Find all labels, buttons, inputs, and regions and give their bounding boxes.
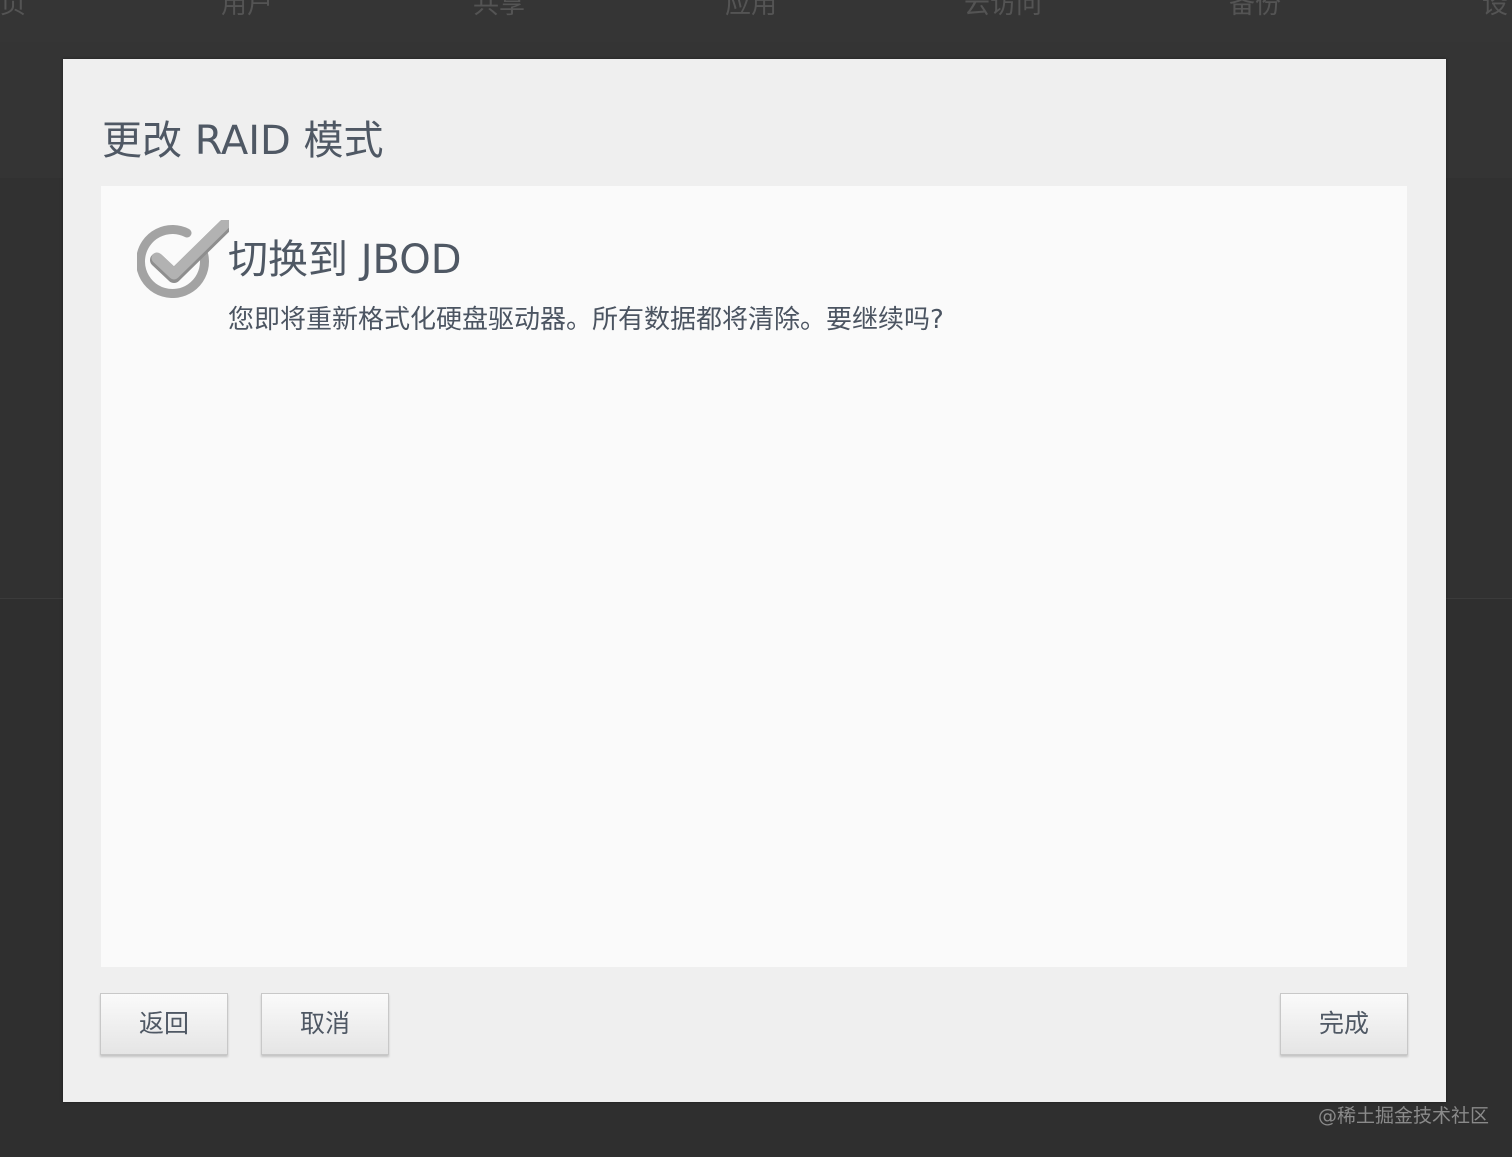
nav-item-backup[interactable]: 备份 [1229,0,1281,22]
back-button[interactable]: 返回 [100,993,228,1055]
watermark: @稀土掘金技术社区 [1318,1105,1490,1127]
change-raid-mode-dialog: 更改 RAID 模式 切换到 JBOD 您即将重新格式化硬盘驱动器。所有数据都将… [63,59,1446,1102]
step-description: 您即将重新格式化硬盘驱动器。所有数据都将清除。要继续吗? [228,305,944,335]
nav-item-shares[interactable]: 共享 [473,0,525,22]
nav-item-users[interactable]: 用户 [221,0,273,22]
cancel-button[interactable]: 取消 [261,993,389,1055]
nav-item-settings[interactable]: 设 [1482,0,1508,22]
background-nav-bar: 页 用户 共享 应用 云访问 备份 设 [0,0,1512,42]
step-title: 切换到 JBOD [228,237,462,283]
dialog-title: 更改 RAID 模式 [102,118,384,164]
nav-item-apps[interactable]: 应用 [725,0,777,22]
dialog-content: 切换到 JBOD 您即将重新格式化硬盘驱动器。所有数据都将清除。要继续吗? [101,186,1407,967]
nav-item-home[interactable]: 页 [0,0,26,22]
nav-item-cloud-access[interactable]: 云访问 [964,0,1042,22]
checkmark-circle-icon [137,220,229,298]
finish-button[interactable]: 完成 [1280,993,1408,1055]
